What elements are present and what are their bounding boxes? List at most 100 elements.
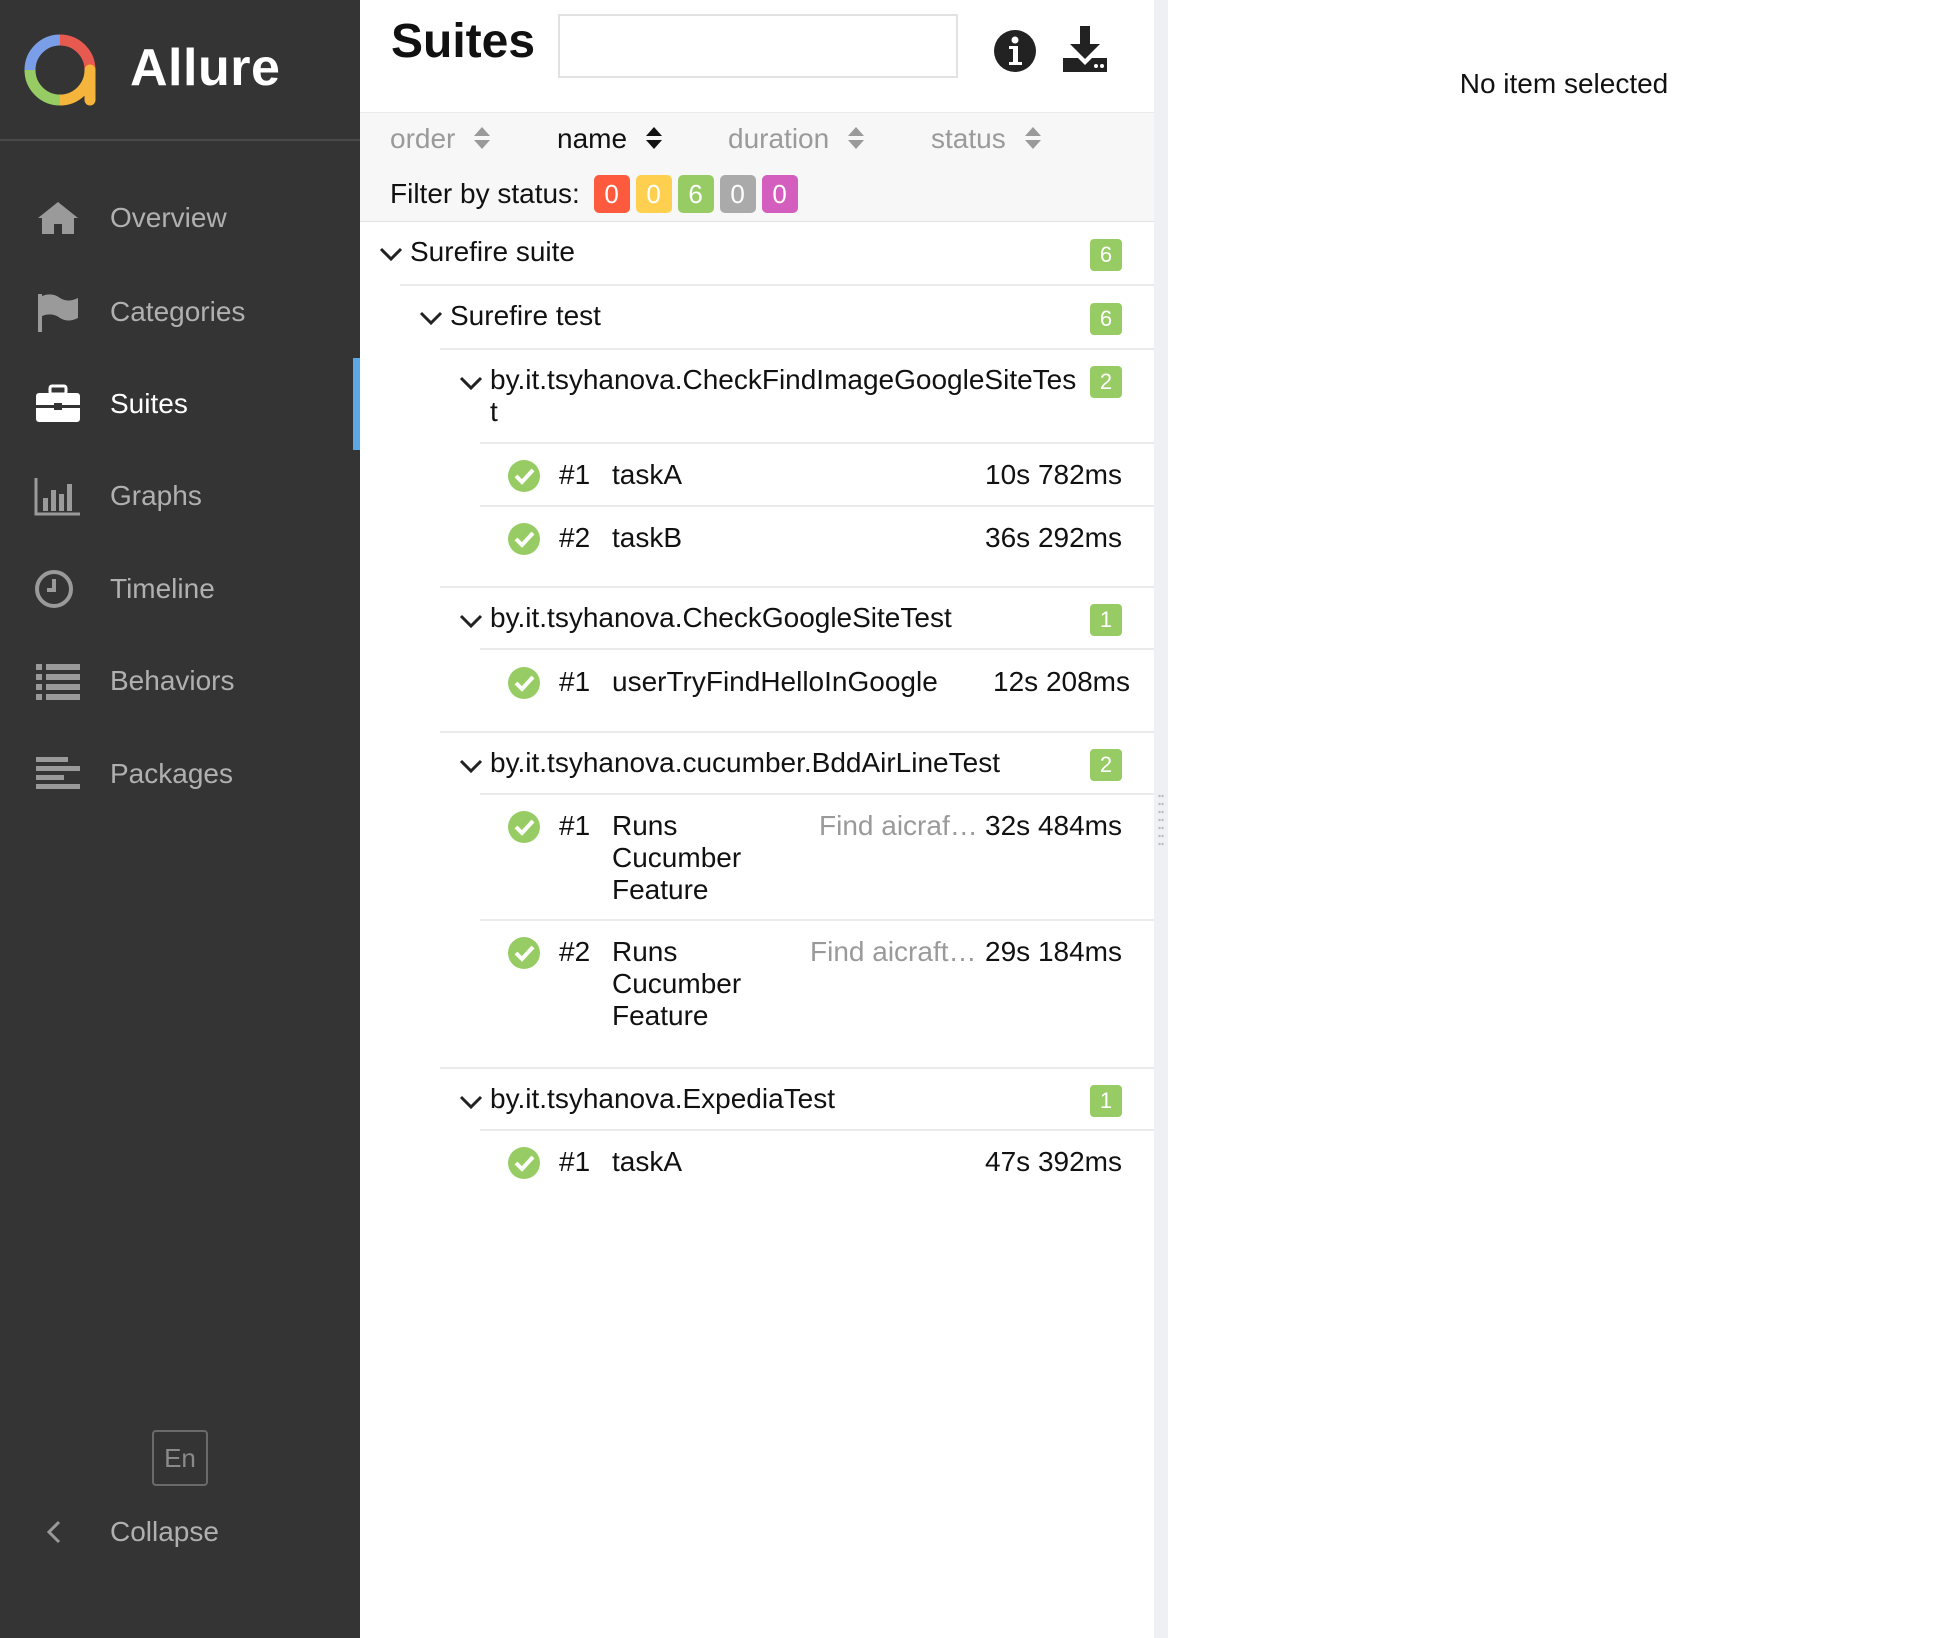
suites-panel: Suites order name duration status Filter… <box>360 0 1154 1638</box>
language-button[interactable]: En <box>152 1430 208 1486</box>
test-case-row[interactable]: #2 Runs Cucumber Feature Find aicraft… 2… <box>360 921 1154 1047</box>
empty-selection-message: No item selected <box>1459 68 1669 99</box>
flag-icon <box>38 294 78 332</box>
collapse-label: Collapse <box>110 1516 219 1547</box>
nav-timeline-label: Timeline <box>110 573 215 604</box>
test-description: Find aicraft… <box>810 936 977 967</box>
bar-chart-icon <box>34 478 80 516</box>
info-icon[interactable] <box>992 28 1038 74</box>
test-group-count-badge: 6 <box>1090 303 1122 335</box>
filter-unknown[interactable]: 0 <box>761 175 798 213</box>
test-case-row[interactable]: #1 taskA 10s 782ms <box>360 444 1154 507</box>
nav-packages-label: Packages <box>110 758 233 789</box>
sort-filter-toolbar: order name duration status Filter by sta… <box>360 112 1154 222</box>
search-input[interactable] <box>558 14 958 78</box>
class-count-badge: 2 <box>1090 749 1122 781</box>
sort-by-duration[interactable]: duration <box>728 123 865 163</box>
nav-behaviors-label: Behaviors <box>110 665 235 696</box>
passed-check-icon <box>508 1147 540 1179</box>
test-duration: 10s 782ms <box>985 459 1122 490</box>
test-case-row[interactable]: #2 taskB 36s 292ms <box>360 507 1154 570</box>
allure-logo-icon <box>24 34 96 106</box>
nav-timeline[interactable]: Timeline <box>0 553 360 625</box>
chevron-down-icon <box>419 311 443 326</box>
sort-by-order[interactable]: order <box>390 123 491 163</box>
class-count-badge: 1 <box>1090 604 1122 636</box>
test-order: #2 <box>559 936 591 967</box>
passed-check-icon <box>508 667 540 699</box>
nav-graphs-label: Graphs <box>110 480 202 511</box>
sidebar: Allure Overview Categories Suites Graphs… <box>0 0 360 1638</box>
test-name: taskB <box>612 522 683 553</box>
nav-behaviors[interactable]: Behaviors <box>0 645 360 717</box>
sort-by-name[interactable]: name <box>557 123 663 163</box>
nav-categories[interactable]: Categories <box>0 276 360 348</box>
test-name-line: Cucumber <box>612 968 742 999</box>
filter-skipped[interactable]: 0 <box>719 175 756 213</box>
nav-overview[interactable]: Overview <box>0 182 360 254</box>
nav-overview-label: Overview <box>110 202 227 233</box>
passed-check-icon <box>508 523 540 555</box>
sort-icon <box>474 127 491 149</box>
test-group-name: Surefire test <box>450 300 601 331</box>
chevron-down-icon <box>459 1095 483 1110</box>
tree-class[interactable]: by.it.tsyhanova.cucumber.BddAirLineTest … <box>440 731 1154 795</box>
home-icon <box>38 202 78 234</box>
status-filter: Filter by status: 00600 <box>390 175 798 215</box>
panel-header: Suites <box>360 0 1154 112</box>
tree-class[interactable]: by.it.tsyhanova.CheckGoogleSiteTest 1 <box>440 586 1154 650</box>
test-name: taskA <box>612 459 683 490</box>
nav-packages[interactable]: Packages <box>0 738 360 810</box>
class-name: by.it.tsyhanova.ExpediaTest <box>490 1083 836 1114</box>
sort-by-status[interactable]: status <box>931 123 1042 163</box>
class-name-wrap: t <box>490 396 498 427</box>
sort-name-label: name <box>557 123 628 154</box>
nav-suites[interactable]: Suites <box>0 358 360 450</box>
test-name-line: Feature <box>612 874 709 905</box>
test-case-row[interactable]: #1 taskA 47s 392ms <box>360 1131 1154 1195</box>
sort-icon <box>646 127 663 149</box>
tree-suite[interactable]: Surefire suite 6 <box>360 222 1154 286</box>
suite-count-badge: 6 <box>1090 239 1122 271</box>
passed-check-icon <box>508 811 540 843</box>
test-name: userTryFindHelloInGoogle <box>612 666 938 697</box>
tree-class[interactable]: by.it.tsyhanova.ExpediaTest 1 <box>440 1067 1154 1131</box>
test-case-row[interactable]: #1 userTryFindHelloInGoogle 12s 208ms <box>360 650 1154 716</box>
filter-broken[interactable]: 0 <box>635 175 672 213</box>
test-name-line: Runs <box>612 810 678 841</box>
test-duration: 12s 208ms <box>993 666 1130 697</box>
chevron-left-icon <box>46 1520 61 1544</box>
align-left-icon <box>36 757 80 789</box>
sort-icon <box>848 127 865 149</box>
class-name: by.it.tsyhanova.cucumber.BddAirLineTest <box>490 747 1000 778</box>
filter-label: Filter by status: <box>390 178 580 209</box>
brand-name: Allure <box>130 39 281 97</box>
filter-passed[interactable]: 6 <box>677 175 714 213</box>
test-order: #1 <box>559 666 591 697</box>
passed-check-icon <box>508 937 540 969</box>
nav-graphs[interactable]: Graphs <box>0 460 360 532</box>
test-order: #1 <box>559 810 591 841</box>
nav-categories-label: Categories <box>110 296 246 327</box>
class-count-badge: 2 <box>1090 366 1122 398</box>
tree-class[interactable]: by.it.tsyhanova.CheckFindImageGoogleSite… <box>360 350 1154 444</box>
test-order: #1 <box>559 1146 591 1177</box>
filter-failed[interactable]: 0 <box>593 175 630 213</box>
chevron-down-icon <box>459 759 483 774</box>
class-name: by.it.tsyhanova.CheckGoogleSiteTest <box>490 602 952 633</box>
brand[interactable]: Allure <box>0 0 360 141</box>
download-icon[interactable] <box>1060 24 1110 74</box>
test-description: Find aicraf… <box>819 810 978 841</box>
class-name: by.it.tsyhanova.CheckFindImageGoogleSite… <box>490 364 1077 395</box>
test-duration: 36s 292ms <box>985 522 1122 553</box>
suite-name: Surefire suite <box>410 236 575 267</box>
drag-handle-icon[interactable] <box>1158 792 1164 852</box>
collapse-button[interactable]: Collapse <box>0 1500 360 1564</box>
test-order: #1 <box>559 459 591 490</box>
details-pane: No item selected <box>1168 0 1960 1638</box>
test-order: #2 <box>559 522 591 553</box>
test-case-row[interactable]: #1 Runs Cucumber Feature Find aicraf… 32… <box>360 795 1154 921</box>
tree-test-group[interactable]: Surefire test 6 <box>360 286 1154 350</box>
chevron-down-icon <box>459 376 483 391</box>
sort-status-label: status <box>931 123 1006 154</box>
